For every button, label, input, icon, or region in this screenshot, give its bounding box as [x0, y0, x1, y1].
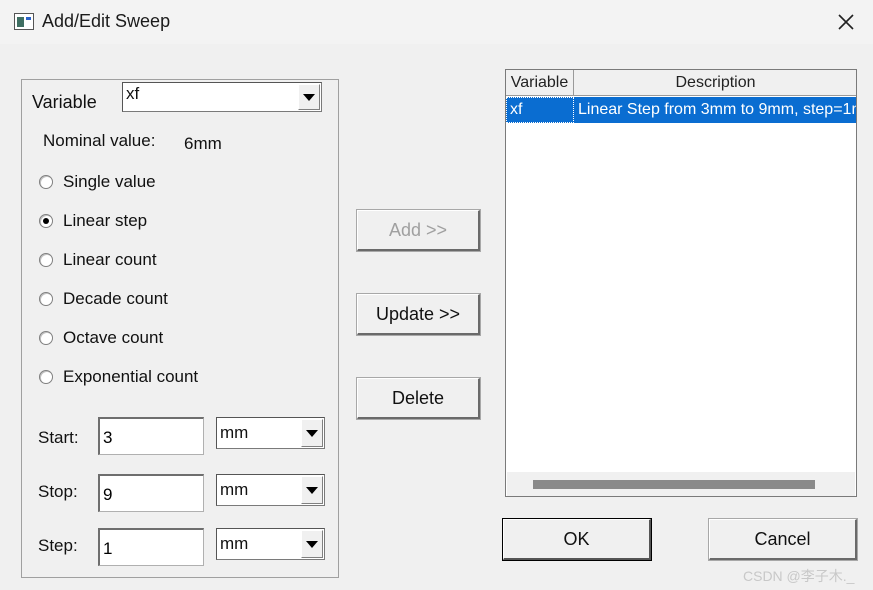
- chevron-down-icon[interactable]: [301, 476, 323, 504]
- cancel-button[interactable]: Cancel: [708, 518, 858, 561]
- variable-select-value: xf: [126, 84, 140, 103]
- step-unit-select[interactable]: mm: [216, 528, 325, 560]
- radio-option[interactable]: Octave count: [39, 326, 163, 350]
- start-input[interactable]: [98, 417, 204, 455]
- window-title: Add/Edit Sweep: [42, 11, 171, 31]
- radio-option[interactable]: Decade count: [39, 287, 168, 311]
- delete-button[interactable]: Delete: [356, 377, 481, 420]
- row-variable-cell: xf: [506, 97, 574, 123]
- step-input[interactable]: [98, 528, 204, 566]
- radio-label: Linear count: [63, 250, 157, 269]
- radio-option[interactable]: Linear step: [39, 209, 147, 233]
- nominal-value: 6mm: [184, 134, 222, 153]
- radio-button[interactable]: [39, 253, 53, 267]
- radio-button[interactable]: [39, 292, 53, 306]
- radio-label: Exponential count: [63, 367, 199, 386]
- variable-label: Variable: [32, 92, 97, 112]
- update-button[interactable]: Update >>: [356, 293, 481, 336]
- chevron-down-icon[interactable]: [301, 419, 323, 447]
- stop-label: Stop:: [38, 482, 78, 501]
- column-header-description[interactable]: Description: [574, 70, 856, 96]
- step-label: Step:: [38, 536, 78, 555]
- chevron-down-icon[interactable]: [301, 530, 323, 558]
- horizontal-scrollbar[interactable]: [507, 472, 855, 496]
- step-unit-value: mm: [220, 534, 249, 553]
- row-description-cell: Linear Step from 3mm to 9mm, step=1mm: [578, 101, 857, 118]
- stop-input[interactable]: [98, 474, 204, 512]
- table-row[interactable]: xf Linear Step from 3mm to 9mm, step=1mm: [506, 97, 857, 123]
- radio-label: Octave count: [63, 328, 164, 347]
- add-button[interactable]: Add >>: [356, 209, 481, 252]
- radio-button[interactable]: [39, 331, 53, 345]
- watermark-text: CSDN @李子木._: [743, 568, 855, 584]
- radio-label: Decade count: [63, 289, 168, 308]
- radio-button[interactable]: [39, 370, 53, 384]
- chevron-down-icon[interactable]: [298, 84, 320, 110]
- radio-button[interactable]: [39, 175, 53, 189]
- scrollbar-thumb[interactable]: [533, 480, 815, 489]
- start-label: Start:: [38, 428, 79, 447]
- close-icon[interactable]: [829, 6, 863, 38]
- stop-unit-value: mm: [220, 480, 249, 499]
- variable-select[interactable]: xf: [122, 82, 322, 112]
- app-window-icon: [14, 13, 34, 30]
- radio-option[interactable]: Exponential count: [39, 365, 198, 389]
- radio-option[interactable]: Linear count: [39, 248, 157, 272]
- nominal-value-label: Nominal value:: [43, 131, 156, 150]
- ok-button[interactable]: OK: [502, 518, 652, 561]
- radio-label: Linear step: [63, 211, 148, 230]
- stop-unit-select[interactable]: mm: [216, 474, 325, 506]
- radio-button[interactable]: [39, 214, 53, 228]
- column-header-variable[interactable]: Variable: [506, 70, 574, 96]
- radio-option[interactable]: Single value: [39, 170, 156, 194]
- start-unit-select[interactable]: mm: [216, 417, 325, 449]
- start-unit-value: mm: [220, 423, 249, 442]
- sweep-list[interactable]: Variable Description xf Linear Step from…: [505, 69, 857, 497]
- radio-label: Single value: [63, 172, 156, 191]
